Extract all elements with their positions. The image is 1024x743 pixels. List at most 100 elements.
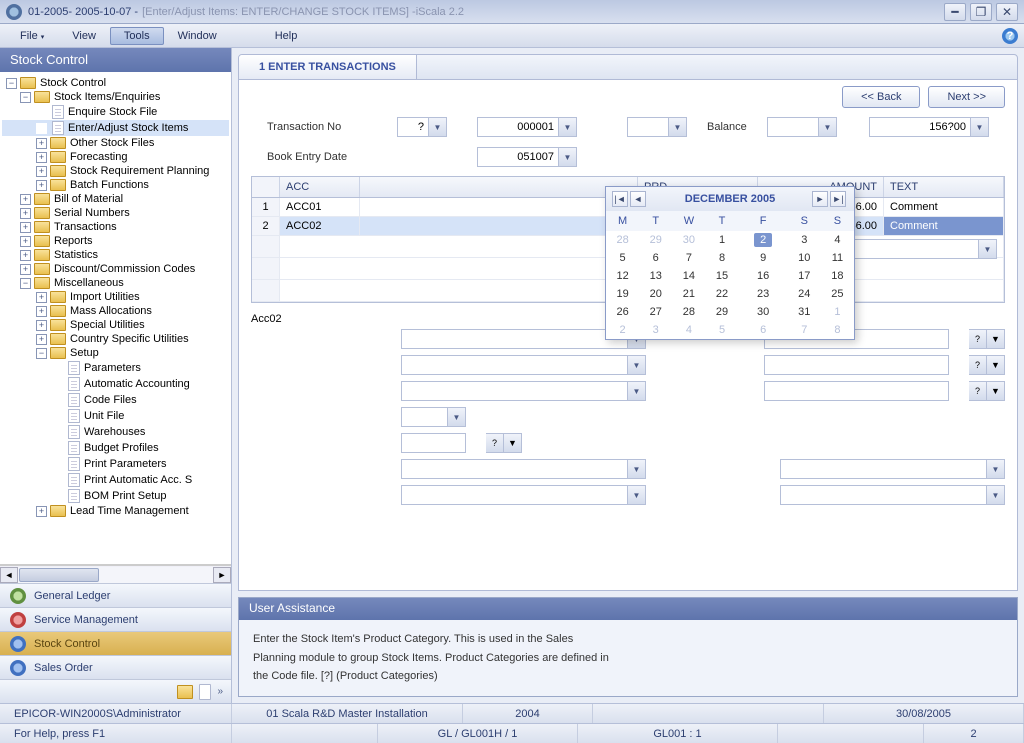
back-button[interactable]: << Back (842, 86, 920, 108)
document-icon[interactable] (199, 684, 211, 700)
cal-selected-day[interactable]: 2 (739, 231, 788, 249)
tree-batch[interactable]: +Batch Functions (2, 178, 229, 192)
cal-prev-icon[interactable]: ◄ (630, 191, 646, 207)
scroll-left-icon[interactable]: ◄ (0, 567, 18, 583)
tree-bom[interactable]: +Bill of Material (2, 192, 229, 206)
user-assistance-panel: User Assistance Enter the Stock Item's P… (238, 597, 1018, 697)
balance-type[interactable]: ▼ (627, 117, 687, 137)
tree-special[interactable]: +Special Utilities (2, 318, 229, 332)
tree-forecasting[interactable]: +Forecasting (2, 150, 229, 164)
status-bar-2: For Help, press F1 GL / GL001H / 1 GL001… (0, 723, 1024, 743)
trans-no-input[interactable]: 000001▼ (477, 117, 577, 137)
help-icon[interactable]: ? (1002, 28, 1018, 44)
status-date: 30/08/2005 (824, 704, 1024, 723)
book-entry-input[interactable]: 051007▼ (477, 147, 577, 167)
expand-icon[interactable]: » (217, 686, 223, 697)
subfield-2b[interactable] (764, 355, 949, 375)
scroll-thumb[interactable] (19, 568, 99, 582)
balance-label: Balance (707, 121, 767, 133)
cal-first-icon[interactable]: |◄ (612, 191, 628, 207)
cal-next-icon[interactable]: ► (812, 191, 828, 207)
menu-file[interactable]: File▾ (6, 27, 58, 45)
menu-window[interactable]: Window (164, 27, 231, 45)
help-icon[interactable]: ? (969, 329, 987, 349)
tree-enquire-stock[interactable]: Enquire Stock File (2, 104, 229, 120)
dropdown-icon[interactable]: ▼ (987, 381, 1005, 401)
nav-service-mgmt[interactable]: Service Management (0, 607, 231, 631)
tree-leadtime[interactable]: +Lead Time Management (2, 504, 229, 518)
nav-sales-order[interactable]: Sales Order (0, 655, 231, 679)
menu-tools[interactable]: Tools (110, 27, 164, 45)
subfield-5b[interactable]: ▼ (780, 485, 1005, 505)
tree-unit-file[interactable]: Unit File (2, 408, 229, 424)
dropdown-icon[interactable]: ▼ (987, 329, 1005, 349)
window-titlebar: 01-2005- 2005-10-07 - [Enter/Adjust Item… (0, 0, 1024, 24)
subfield-4b[interactable]: ▼ (780, 459, 1005, 479)
next-button[interactable]: Next >> (928, 86, 1005, 108)
tree-country[interactable]: +Country Specific Utilities (2, 332, 229, 346)
title-main: 01-2005- 2005-10-07 - (28, 6, 138, 18)
close-button[interactable]: ✕ (996, 3, 1018, 21)
subfield-2[interactable]: ▼ (401, 355, 646, 375)
folder-icon[interactable] (177, 685, 193, 699)
assist-body: Enter the Stock Item's Product Category.… (239, 620, 1017, 696)
tree-code-files[interactable]: Code Files (2, 392, 229, 408)
subfield-5[interactable]: ▼ (401, 485, 646, 505)
date-picker[interactable]: |◄ ◄ DECEMBER 2005 ► ►| MTWTFSS 28293012… (605, 186, 855, 340)
tab-enter-transactions[interactable]: 1 ENTER TRANSACTIONS (239, 55, 417, 79)
tree-other-stock[interactable]: +Other Stock Files (2, 136, 229, 150)
minimize-button[interactable]: ━ (944, 3, 966, 21)
subfield-small-2[interactable] (401, 433, 466, 453)
tree-misc[interactable]: −Miscellaneous (2, 276, 229, 290)
tree-stats[interactable]: +Statistics (2, 248, 229, 262)
status-bar-1: EPICOR-WIN2000S\Administrator 01 Scala R… (0, 703, 1024, 723)
balance-currency[interactable]: ▼ (767, 117, 837, 137)
tree-params[interactable]: Parameters (2, 360, 229, 376)
tree-trans[interactable]: +Transactions (2, 220, 229, 234)
help-icon[interactable]: ? (969, 381, 987, 401)
menu-view[interactable]: View (58, 27, 110, 45)
subfield-small-1[interactable]: ▼ (401, 407, 466, 427)
nav-tree[interactable]: −Stock Control −Stock Items/Enquiries En… (0, 72, 231, 565)
trans-no-help[interactable]: ?▼ (397, 117, 447, 137)
tree-root[interactable]: −Stock Control (2, 76, 229, 90)
tree-stock-req[interactable]: +Stock Requirement Planning (2, 164, 229, 178)
grid-header-acc[interactable]: ACC (280, 177, 360, 197)
status-user: EPICOR-WIN2000S\Administrator (0, 704, 232, 723)
dropdown-icon[interactable]: ▼ (987, 355, 1005, 375)
tree-warehouses[interactable]: Warehouses (2, 424, 229, 440)
tree-mass[interactable]: +Mass Allocations (2, 304, 229, 318)
tree-setup[interactable]: −Setup (2, 346, 229, 360)
tree-discount[interactable]: +Discount/Commission Codes (2, 262, 229, 276)
status-company: 01 Scala R&D Master Installation (232, 704, 463, 723)
tree-bom-print[interactable]: BOM Print Setup (2, 488, 229, 504)
maximize-button[interactable]: ❐ (970, 3, 992, 21)
dropdown-icon[interactable]: ▼ (504, 433, 522, 453)
tree-enter-adjust[interactable]: Enter/Adjust Stock Items (2, 120, 229, 136)
status-help: For Help, press F1 (0, 724, 232, 743)
tree-auto-acc[interactable]: Automatic Accounting (2, 376, 229, 392)
status-year: 2004 (463, 704, 593, 723)
balance-value[interactable]: 156?00▼ (869, 117, 989, 137)
subfield-3b[interactable] (764, 381, 949, 401)
nav-general-ledger[interactable]: General Ledger (0, 583, 231, 607)
tree-reports[interactable]: +Reports (2, 234, 229, 248)
tree-stock-items[interactable]: −Stock Items/Enquiries (2, 90, 229, 104)
tree-import[interactable]: +Import Utilities (2, 290, 229, 304)
grid-header-text[interactable]: TEXT (884, 177, 1004, 197)
status-screen: GL001 : 1 (578, 724, 778, 743)
subfield-4[interactable]: ▼ (401, 459, 646, 479)
tree-print-auto[interactable]: Print Automatic Acc. S (2, 472, 229, 488)
help-icon[interactable]: ? (969, 355, 987, 375)
scroll-right-icon[interactable]: ► (213, 567, 231, 583)
tree-scrollbar[interactable]: ◄ ► (0, 565, 231, 583)
help-icon[interactable]: ? (486, 433, 504, 453)
menu-help[interactable]: Help (261, 27, 312, 45)
nav-stock-control[interactable]: Stock Control (0, 631, 231, 655)
tree-serial[interactable]: +Serial Numbers (2, 206, 229, 220)
tree-print-params[interactable]: Print Parameters (2, 456, 229, 472)
tree-budget[interactable]: Budget Profiles (2, 440, 229, 456)
cal-last-icon[interactable]: ►| (830, 191, 846, 207)
subfield-3[interactable]: ▼ (401, 381, 646, 401)
sidebar-toolbar: » (0, 679, 231, 703)
